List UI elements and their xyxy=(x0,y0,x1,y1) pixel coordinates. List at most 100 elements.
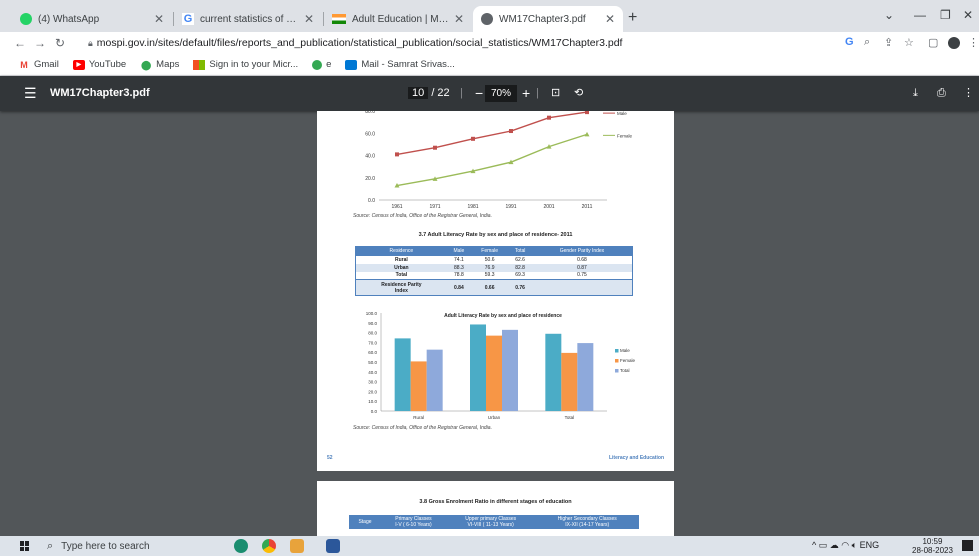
x-tick-label: Rural xyxy=(413,415,424,420)
edge-icon[interactable] xyxy=(234,539,248,553)
clock-date: 28-08-2023 xyxy=(912,546,953,555)
url-text: mospi.gov.in/sites/default/files/reports… xyxy=(96,37,623,49)
profile-avatar-icon[interactable] xyxy=(948,37,960,49)
more-actions-icon[interactable]: ⋮ xyxy=(963,76,974,111)
table-header-row: Residence Male Female Total Gender Parit… xyxy=(355,246,633,256)
tab-whatsapp[interactable]: (4) WhatsApp ✕ xyxy=(12,6,172,32)
zoom-out-button[interactable]: − xyxy=(475,76,483,111)
bookmark-microsoft[interactable]: Sign in to your Micr... xyxy=(193,59,298,70)
tray-battery-icon[interactable]: ▭ xyxy=(819,540,828,550)
bar-male xyxy=(470,324,486,411)
x-tick-label: 2001 xyxy=(543,204,554,210)
close-tab-icon[interactable]: ✕ xyxy=(304,12,314,26)
table-cell: 0.84 xyxy=(446,279,471,296)
page-footer-title: Literacy and Education xyxy=(608,455,664,461)
close-window-button[interactable]: ✕ xyxy=(963,8,973,22)
table-cell: 0.76 xyxy=(508,279,532,296)
print-icon[interactable]: ⎙ xyxy=(937,76,946,111)
literacy-bar-chart: Adult Literacy Rate by sex and place of … xyxy=(366,311,636,420)
back-button[interactable]: ← xyxy=(10,36,30,50)
x-tick-label: 1961 xyxy=(391,204,402,210)
y-tick-label: 90.0 xyxy=(368,321,377,326)
bookmark-label: e xyxy=(326,59,332,70)
bar-chart-title: Adult Literacy Rate by sex and place of … xyxy=(444,313,562,319)
header-line: IX-XII (14-17 Years) xyxy=(565,522,610,528)
table-cell: Urban xyxy=(355,263,447,272)
bookmark-e[interactable]: e xyxy=(312,59,331,70)
download-icon[interactable]: ⤓ xyxy=(913,76,918,111)
taskbar-search[interactable]: ⌕ Type here to search xyxy=(43,536,223,556)
share-icon[interactable]: ⇪ xyxy=(884,36,893,49)
bookmark-star-icon[interactable]: ☆ xyxy=(904,36,914,49)
menu-kebab-icon[interactable]: ⋮ xyxy=(968,36,979,49)
gross-enrolment-table: Stage Primary Classes I-V ( 6-10 Years) U… xyxy=(349,515,639,529)
table-cell: 74.1 xyxy=(454,256,464,263)
microsoft-icon xyxy=(193,59,206,70)
table-row: Urban 88.3 76.9 82.8 0.87 xyxy=(355,263,633,272)
bookmark-maps[interactable]: ⬤ Maps xyxy=(140,59,179,70)
search-placeholder: Type here to search xyxy=(61,540,150,552)
bookmark-label: Mail - Samrat Srivas... xyxy=(361,59,455,70)
close-tab-icon[interactable]: ✕ xyxy=(154,12,164,26)
zoom-input[interactable]: 70% xyxy=(485,85,518,102)
bar-female xyxy=(486,335,502,411)
pdf-page-next: 3.8 Gross Enrolment Ratio in different s… xyxy=(317,481,674,537)
table-cell: 69.3 xyxy=(515,272,525,279)
maps-pin-icon: ⬤ xyxy=(141,59,152,70)
tab-search-chevron-icon[interactable]: ⌄ xyxy=(884,8,894,22)
table-row-parity: Residence Parity Index 0.84 0.66 0.76 xyxy=(355,279,633,296)
bookmark-outlook-mail[interactable]: Mail - Samrat Srivas... xyxy=(345,59,455,70)
bookmark-circle-icon xyxy=(312,59,323,70)
reload-button[interactable]: ↻ xyxy=(50,36,70,50)
notification-icon[interactable] xyxy=(962,540,973,551)
address-bar[interactable]: 🔒︎ mospi.gov.in/sites/default/files/repo… xyxy=(88,33,828,53)
word-icon[interactable] xyxy=(326,539,340,553)
table-header: Female xyxy=(470,246,509,256)
forward-button[interactable]: → xyxy=(30,36,50,50)
page-number-input[interactable]: 10 xyxy=(408,87,429,99)
side-panel-icon[interactable]: ▢ xyxy=(928,36,938,49)
zoom-icon[interactable]: ⌕ xyxy=(864,36,870,49)
close-tab-icon[interactable]: ✕ xyxy=(454,12,464,26)
file-explorer-icon[interactable] xyxy=(290,539,304,553)
bookmark-youtube[interactable]: ▶ YouTube xyxy=(72,59,127,70)
fit-page-icon[interactable]: ⊡ xyxy=(551,76,560,111)
next-table-caption: 3.8 Gross Enrolment Ratio in different s… xyxy=(419,499,572,505)
tray-cloud-icon[interactable]: ☁ xyxy=(830,540,839,550)
tab-google-search[interactable]: G current statistics of adult educati ✕ xyxy=(174,6,322,32)
system-tray: ^ ▭ ☁ ◠ 🔈︎ ENG xyxy=(812,540,879,551)
restore-button[interactable]: ❐ xyxy=(940,8,951,22)
rotate-icon[interactable]: ⟲ xyxy=(574,76,583,111)
minimize-button[interactable]: — xyxy=(914,8,926,22)
pdf-page: 0.0 20.0 40.0 60.0 80.0 1961 1971 1981 1991 2001 2… xyxy=(317,111,674,471)
language-indicator[interactable]: ENG xyxy=(860,540,880,550)
tray-chevron-icon[interactable]: ^ xyxy=(812,540,816,550)
y-tick-label: 50.0 xyxy=(368,360,377,365)
series-line-female xyxy=(396,133,588,187)
bookmarks-bar: M Gmail ▶ YouTube ⬤ Maps Sign in to your Mi… xyxy=(0,54,979,76)
page-indicator: 10 / 22 xyxy=(408,76,450,111)
bookmark-label: Sign in to your Micr... xyxy=(209,59,299,70)
tray-volume-icon[interactable]: 🔈︎ xyxy=(852,540,857,550)
google-icon: G xyxy=(182,13,194,25)
data-point xyxy=(471,136,475,141)
chrome-icon[interactable] xyxy=(262,539,276,553)
tray-wifi-icon[interactable]: ◠ xyxy=(841,540,849,550)
bookmark-label: YouTube xyxy=(88,59,127,70)
close-tab-icon[interactable]: ✕ xyxy=(605,12,615,26)
clock[interactable]: 10:59 28-08-2023 xyxy=(912,537,953,555)
bar-total xyxy=(502,329,518,411)
tab-ministry-education[interactable]: Adult Education | Ministry of Edu ✕ xyxy=(324,6,472,32)
x-tick-label: 1971 xyxy=(429,204,440,210)
bookmark-gmail[interactable]: M Gmail xyxy=(18,59,59,70)
hamburger-menu-icon[interactable]: ☰ xyxy=(24,76,37,111)
tab-pdf-active[interactable]: WM17Chapter3.pdf ✕ xyxy=(473,6,623,32)
y-tick-label: 100.0 xyxy=(366,311,378,316)
table-header: Gender Parity Index xyxy=(531,246,633,256)
new-tab-button[interactable]: + xyxy=(628,9,637,27)
zoom-in-button[interactable]: + xyxy=(522,76,530,111)
google-lens-icon[interactable]: G xyxy=(845,36,854,48)
legend-label: Female xyxy=(620,358,636,363)
legend-label: Male xyxy=(620,348,630,353)
windows-start-icon[interactable] xyxy=(20,541,30,551)
